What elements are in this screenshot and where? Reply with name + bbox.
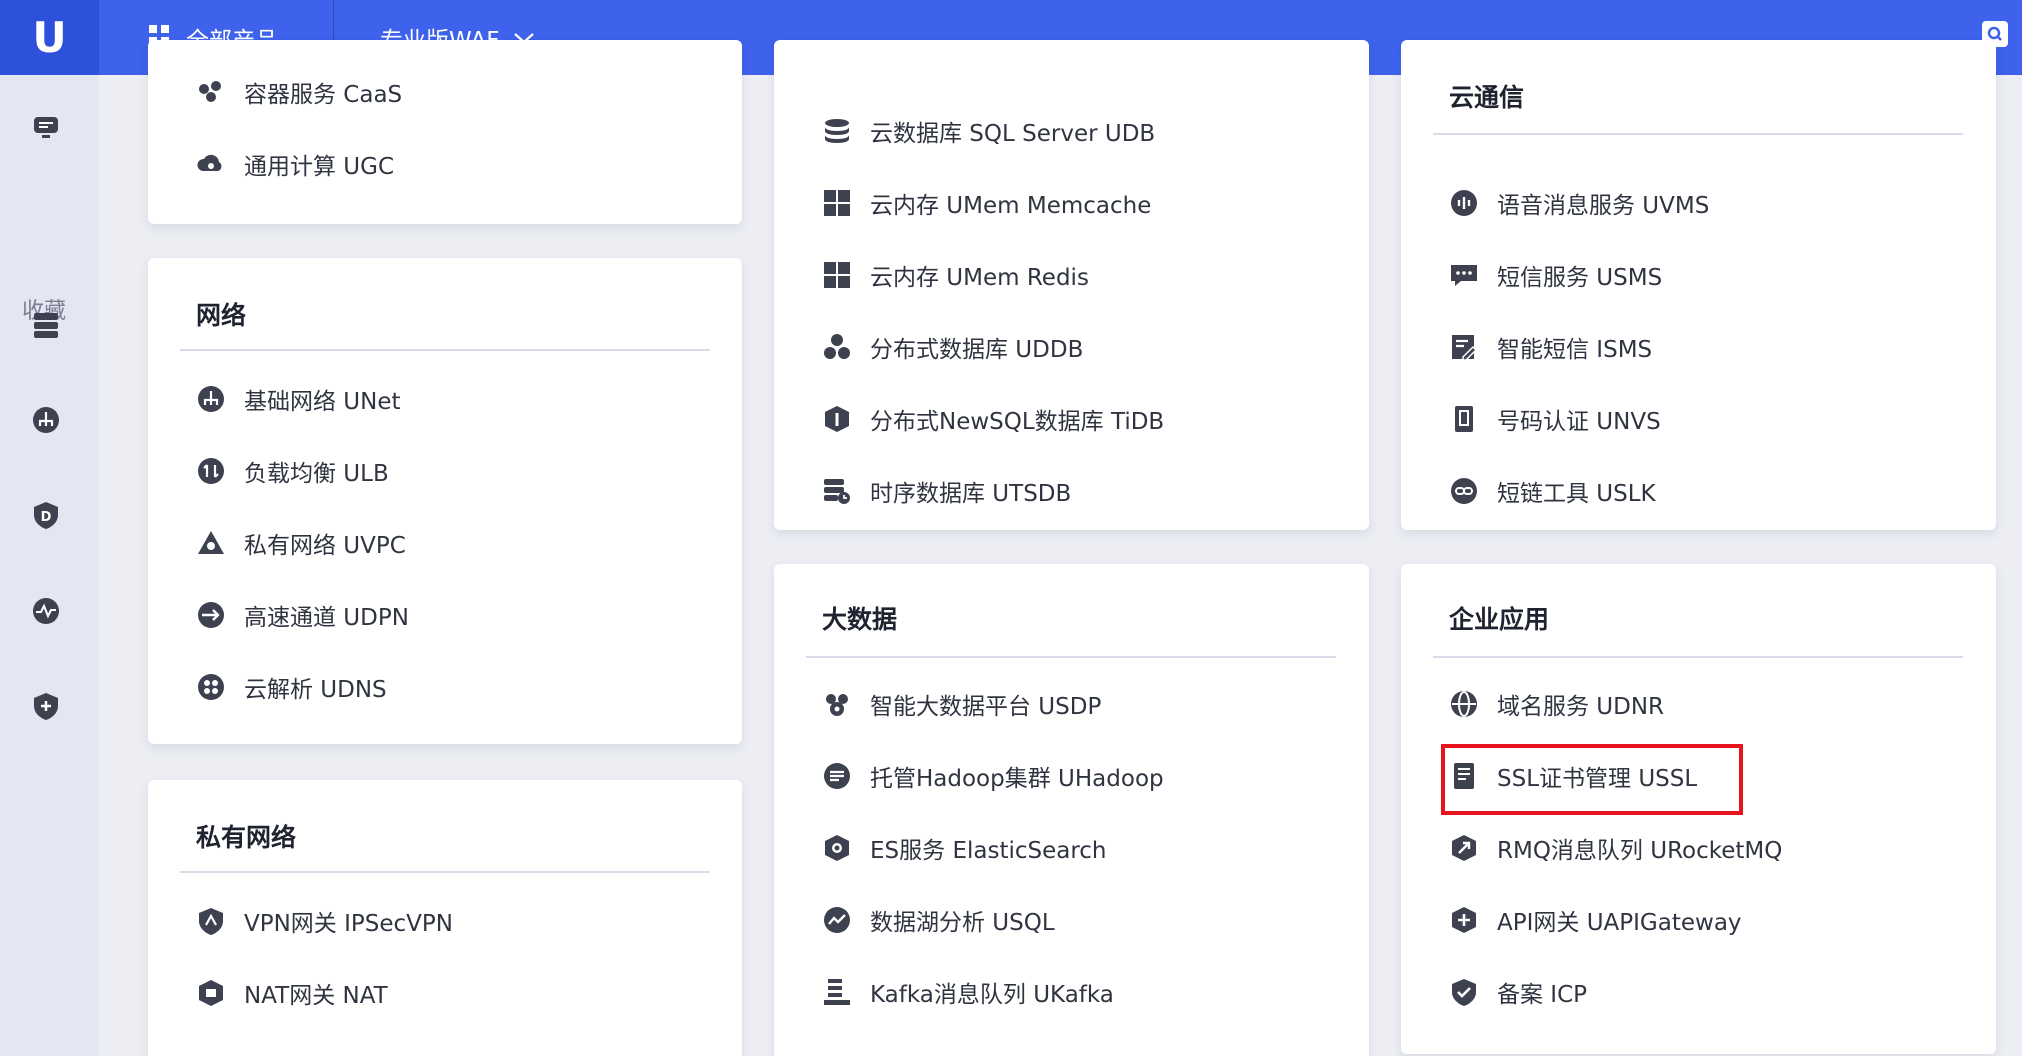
network-icon xyxy=(196,384,226,414)
tidb-icon xyxy=(822,404,852,434)
nat-icon xyxy=(196,978,226,1008)
timeseries-db-icon xyxy=(822,476,852,506)
list-item[interactable]: 备案 ICP xyxy=(1449,972,1587,1012)
section-title: 企业应用 xyxy=(1449,605,1550,634)
vpn-icon xyxy=(196,906,226,936)
sms-icon xyxy=(1449,260,1479,290)
section-title: 大数据 xyxy=(822,605,898,634)
rocketmq-icon xyxy=(1449,833,1479,863)
security-shield-icon[interactable] xyxy=(29,689,63,723)
short-link-icon xyxy=(1449,476,1479,506)
big-data-card: 大数据 智能大数据平台 USDP 托管Hadoop集群 UHadoop ES服务… xyxy=(774,564,1369,1056)
list-item[interactable]: 号码认证 UNVS xyxy=(1449,399,1661,439)
vpc-icon xyxy=(196,528,226,558)
section-divider xyxy=(806,656,1336,658)
database-card: 云数据库 SQL Server UDB 云内存 UMem Memcache 云内… xyxy=(774,40,1369,530)
list-item[interactable]: 云数据库 SQL Server UDB xyxy=(822,111,1155,151)
compute-card: 容器服务 CaaS 通用计算 UGC xyxy=(148,40,742,224)
list-item[interactable]: 智能大数据平台 USDP xyxy=(822,684,1101,724)
private-network-card: 私有网络 VPN网关 IPSecVPN NAT网关 NAT xyxy=(148,780,742,1056)
list-item[interactable]: 云内存 UMem Redis xyxy=(822,255,1089,295)
list-item[interactable]: 基础网络 UNet xyxy=(196,379,401,419)
section-divider xyxy=(1433,656,1963,658)
api-gateway-icon xyxy=(1449,905,1479,935)
logo[interactable]: U xyxy=(0,0,99,75)
list-item[interactable]: 云内存 UMem Memcache xyxy=(822,183,1151,223)
list-item[interactable]: API网关 UAPIGateway xyxy=(1449,900,1742,940)
list-item[interactable]: 语音消息服务 UVMS xyxy=(1449,183,1709,223)
monitor-icon[interactable] xyxy=(29,111,63,145)
voice-icon xyxy=(1449,188,1479,218)
list-item[interactable]: 域名服务 UDNR xyxy=(1449,684,1664,724)
memory-grid-icon xyxy=(822,188,852,218)
data-lake-icon xyxy=(822,905,852,935)
load-balance-icon xyxy=(196,456,226,486)
elasticsearch-icon xyxy=(822,833,852,863)
logo-text: U xyxy=(32,13,67,62)
section-title: 云通信 xyxy=(1449,83,1525,112)
left-sidebar: 收藏 D xyxy=(0,75,99,1056)
phone-verify-icon xyxy=(1449,404,1479,434)
bigdata-platform-icon xyxy=(822,689,852,719)
network-icon[interactable] xyxy=(29,403,63,437)
highlight-box xyxy=(1441,744,1743,815)
dns-icon xyxy=(196,672,226,702)
section-divider xyxy=(180,349,710,351)
hadoop-icon xyxy=(822,761,852,791)
list-item[interactable]: 数据湖分析 USQL xyxy=(822,900,1055,940)
list-item[interactable]: 分布式NewSQL数据库 TiDB xyxy=(822,399,1164,439)
globe-icon xyxy=(1449,689,1479,719)
section-divider xyxy=(180,871,710,873)
list-item[interactable]: 云解析 UDNS xyxy=(196,667,387,707)
pulse-icon[interactable] xyxy=(29,594,63,628)
express-channel-icon xyxy=(196,600,226,630)
list-item[interactable]: 智能短信 ISMS xyxy=(1449,327,1652,367)
list-item[interactable]: 负载均衡 ULB xyxy=(196,451,389,491)
memory-grid-icon xyxy=(822,260,852,290)
section-title: 私有网络 xyxy=(196,823,297,852)
list-item[interactable]: 分布式数据库 UDDB xyxy=(822,327,1083,367)
distributed-db-icon xyxy=(822,332,852,362)
list-item[interactable]: 容器服务 CaaS xyxy=(196,72,402,112)
section-title: 网络 xyxy=(196,301,247,330)
network-card: 网络 基础网络 UNet 负载均衡 ULB 私有网络 UVPC 高速通道 UDP… xyxy=(148,258,742,744)
list-item[interactable]: ES服务 ElasticSearch xyxy=(822,828,1107,868)
cloud-compute-icon xyxy=(196,149,226,179)
list-item[interactable]: 托管Hadoop集群 UHadoop xyxy=(822,756,1164,796)
list-item[interactable]: 时序数据库 UTSDB xyxy=(822,471,1071,511)
kafka-icon xyxy=(822,977,852,1007)
list-item[interactable]: VPN网关 IPSecVPN xyxy=(196,901,453,941)
list-item[interactable]: NAT网关 NAT xyxy=(196,973,388,1013)
smart-sms-icon xyxy=(1449,332,1479,362)
list-item[interactable]: 高速通道 UDPN xyxy=(196,595,409,635)
icp-shield-icon xyxy=(1449,977,1479,1007)
list-item[interactable]: 私有网络 UVPC xyxy=(196,523,406,563)
list-item[interactable]: 短信服务 USMS xyxy=(1449,255,1662,295)
server-list-icon[interactable] xyxy=(29,308,63,342)
list-item[interactable]: RMQ消息队列 URocketMQ xyxy=(1449,828,1782,868)
container-icon xyxy=(196,77,226,107)
section-divider xyxy=(1433,133,1963,135)
database-icon xyxy=(822,116,852,146)
list-item[interactable]: Kafka消息队列 UKafka xyxy=(822,972,1114,1012)
svg-text:D: D xyxy=(41,510,52,525)
cloud-communication-card: 云通信 语音消息服务 UVMS 短信服务 USMS 智能短信 ISMS 号码认证… xyxy=(1401,40,1996,530)
shield-d-icon[interactable]: D xyxy=(29,498,63,532)
list-item[interactable]: 通用计算 UGC xyxy=(196,144,394,184)
list-item[interactable]: 短链工具 USLK xyxy=(1449,471,1656,511)
